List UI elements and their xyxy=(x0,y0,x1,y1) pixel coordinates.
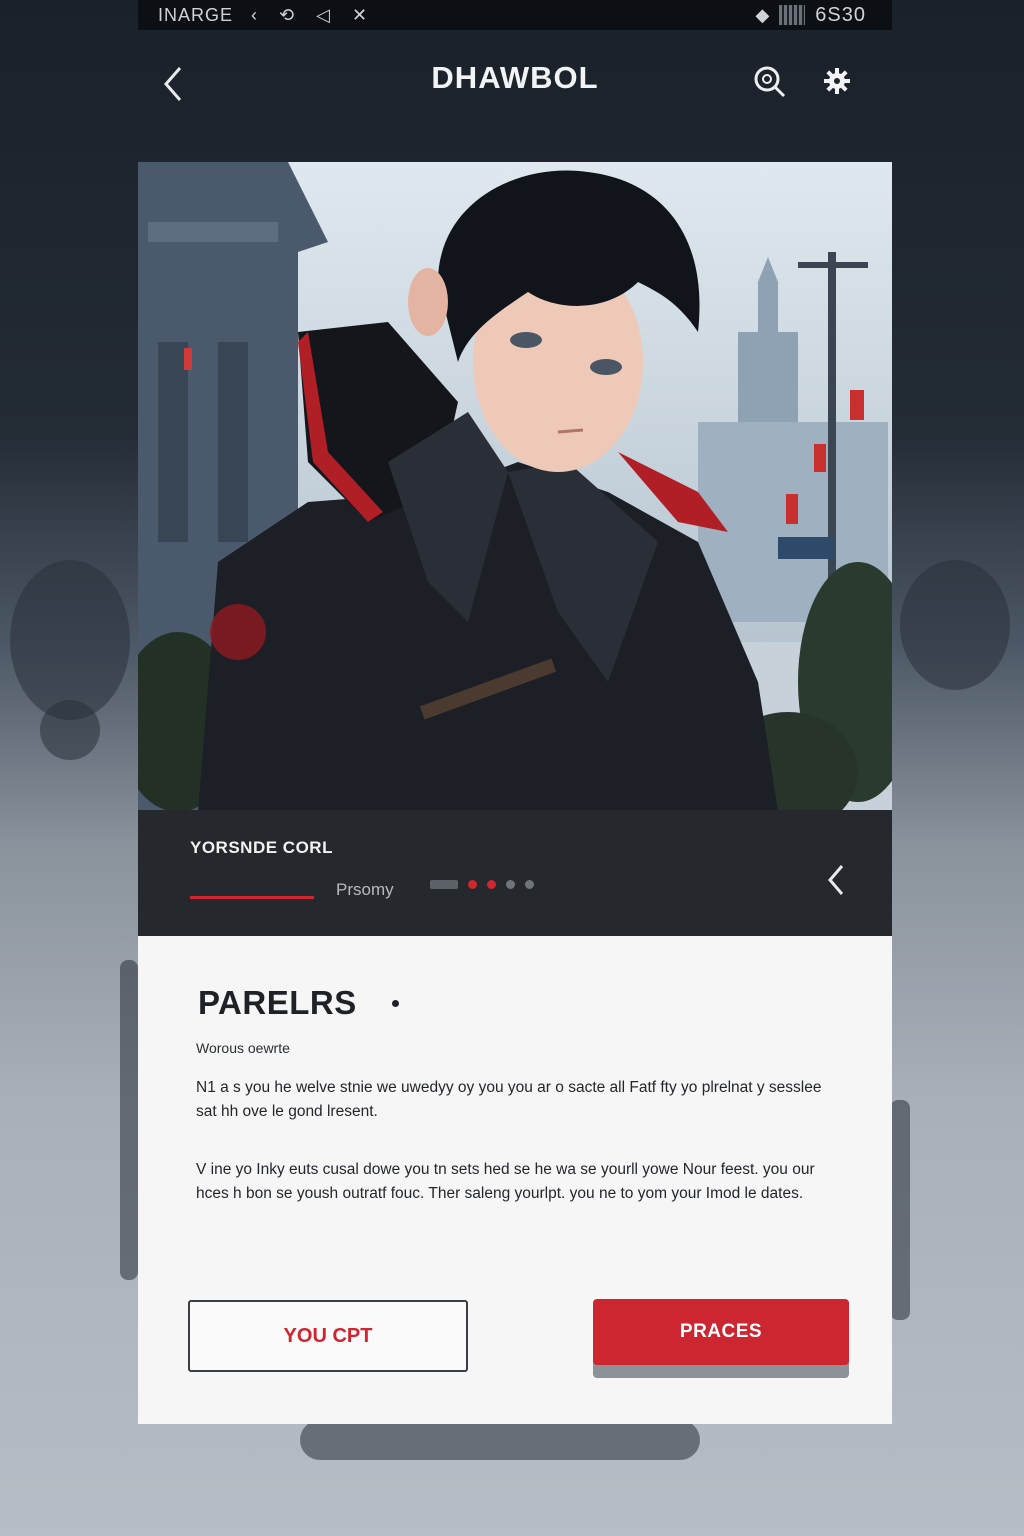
chevron-left-icon xyxy=(828,865,844,895)
title-dot-icon xyxy=(392,1000,399,1007)
previous-slide-button[interactable] xyxy=(824,862,850,898)
pager-dot[interactable] xyxy=(506,880,515,889)
pager-bar xyxy=(430,880,458,889)
secondary-button[interactable]: YOU CPT xyxy=(188,1300,468,1372)
portrait-illustration xyxy=(138,162,892,812)
background-splat xyxy=(40,700,100,760)
details-card: PARELRS Worous oewrte N1 a s you he welv… xyxy=(138,936,892,1424)
gear-icon xyxy=(824,68,850,94)
app-header: DHAWBOL xyxy=(138,30,892,130)
pager-dot[interactable] xyxy=(525,880,534,889)
refresh-icon: ⟲ xyxy=(279,4,295,25)
pager-dot[interactable] xyxy=(487,880,496,889)
tab-secondary[interactable]: Prsomy xyxy=(336,880,394,900)
primary-button[interactable]: PRACES xyxy=(593,1299,849,1365)
description-paragraph: N1 a s you he welve stnie we uwedyy oy y… xyxy=(196,1079,822,1120)
wifi-icon: ◆ xyxy=(755,4,770,25)
status-bar: INARGE ‹ ⟲ ◁ ✕ ◆ 6S30 xyxy=(138,0,892,30)
status-app-label: INARGE xyxy=(158,4,234,25)
pager-dot[interactable] xyxy=(468,880,477,889)
background-splat xyxy=(900,560,1010,690)
card-subtitle: Worous oewrte xyxy=(196,1040,290,1056)
chevron-left-icon: ‹ xyxy=(251,4,258,25)
close-icon: ✕ xyxy=(351,4,368,25)
settings-button[interactable] xyxy=(822,66,852,96)
search-icon xyxy=(754,66,786,98)
background-splat xyxy=(890,1100,910,1320)
character-info-bar: YORSNDE CORL Prsomy xyxy=(138,810,892,936)
active-tab-indicator xyxy=(190,896,314,899)
status-time: 6S30 xyxy=(815,3,866,26)
search-button[interactable] xyxy=(752,64,788,100)
carousel-pager xyxy=(430,880,534,889)
volume-icon: ◁ xyxy=(316,4,330,25)
character-name: YORSNDE CORL xyxy=(190,838,333,857)
background-splat xyxy=(120,960,138,1280)
background-splat xyxy=(300,1420,700,1460)
background-splat xyxy=(10,560,130,720)
battery-icon xyxy=(779,5,806,25)
character-portrait-image xyxy=(138,162,892,812)
status-icons: ‹ ⟲ ◁ ✕ xyxy=(251,5,367,26)
description-paragraph: V ine yo Inky euts cusal dowe you tn set… xyxy=(196,1161,815,1202)
card-title: PARELRS xyxy=(198,984,357,1021)
